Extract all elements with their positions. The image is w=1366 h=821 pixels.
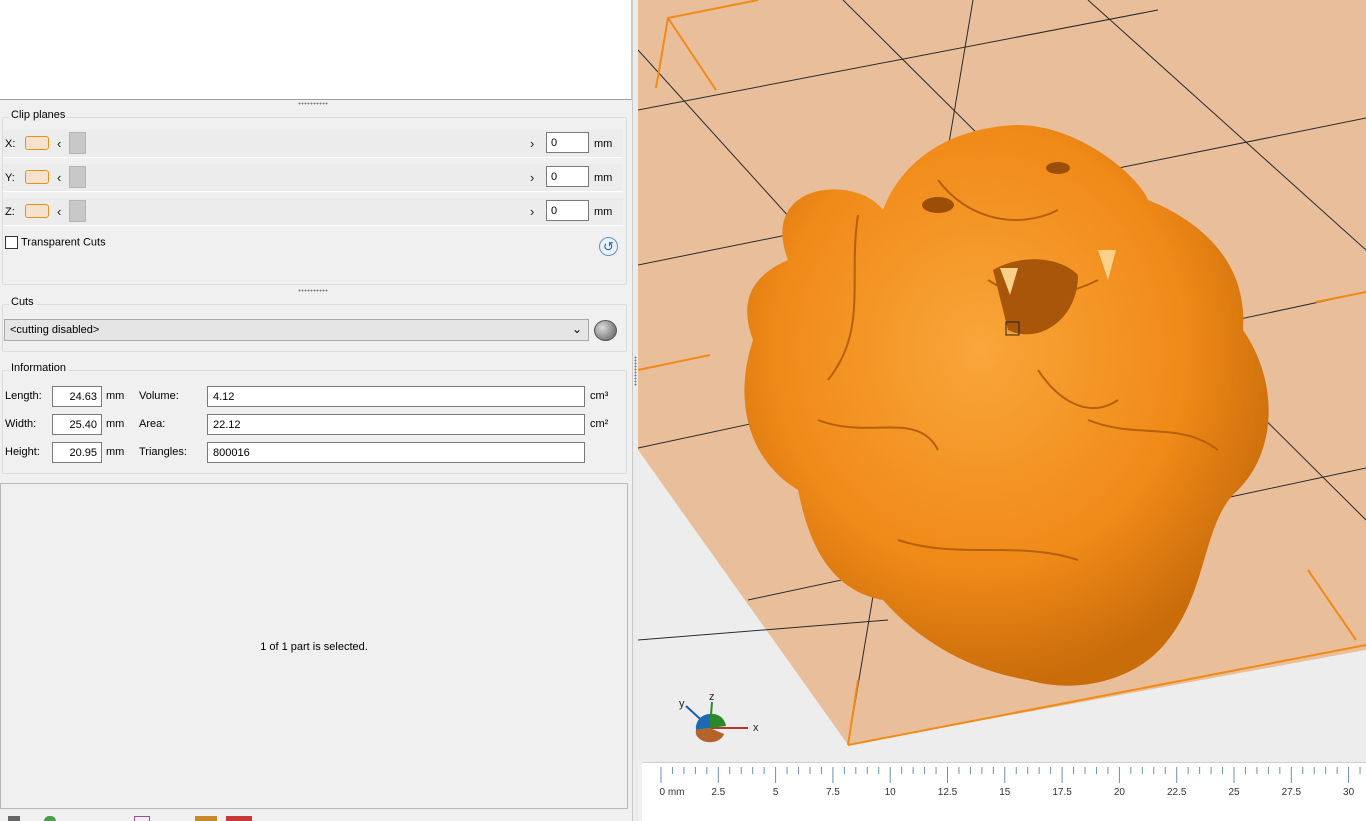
- length-field[interactable]: 24.63: [52, 386, 102, 407]
- volume-unit: cm³: [590, 390, 609, 402]
- triangles-field[interactable]: 800016: [207, 442, 585, 463]
- 3d-viewport[interactable]: y z x: [638, 0, 1366, 821]
- clip-planes-title: Clip planes: [9, 109, 68, 121]
- clip-x-toggle[interactable]: [25, 136, 49, 150]
- clip-x-slider[interactable]: [69, 132, 86, 154]
- unit-label: mm: [594, 138, 613, 150]
- gizmo-y-label: y: [679, 698, 685, 710]
- splitter-grip[interactable]: [298, 289, 328, 292]
- clip-row-z: Z: ‹ › mm: [3, 198, 623, 226]
- clip-axis-label: X:: [5, 138, 16, 150]
- toolbar-icon[interactable]: [8, 816, 20, 821]
- clip-x-input[interactable]: [546, 132, 589, 153]
- transparent-cuts-label: Transparent Cuts: [21, 236, 106, 249]
- clip-y-input[interactable]: [546, 166, 589, 187]
- ruler-tick-label: 10: [884, 787, 896, 798]
- triangles-label: Triangles:: [139, 446, 187, 458]
- ruler-tick-label: 5: [772, 787, 779, 798]
- length-label: Length:: [5, 390, 42, 402]
- chevron-right-icon[interactable]: ›: [530, 204, 534, 219]
- ruler-tick-label: 20: [1113, 787, 1125, 798]
- clip-axis-label: Z:: [5, 206, 15, 218]
- gizmo-z-label: z: [709, 691, 715, 703]
- chevron-left-icon[interactable]: ‹: [57, 204, 61, 219]
- ruler-tick-label: 12.5: [937, 787, 958, 798]
- length-unit: mm: [106, 390, 125, 402]
- cuts-selected-value: <cutting disabled>: [10, 324, 100, 336]
- cuts-title: Cuts: [9, 296, 36, 308]
- width-unit: mm: [106, 418, 125, 430]
- unit-label: mm: [594, 206, 613, 218]
- selection-status: 1 of 1 part is selected.: [260, 641, 368, 653]
- selection-panel: 1 of 1 part is selected.: [0, 483, 628, 809]
- ruler-tick-label: 2.5: [711, 787, 726, 798]
- clip-y-toggle[interactable]: [25, 170, 49, 184]
- volume-label: Volume:: [139, 390, 179, 402]
- height-label: Height:: [5, 446, 40, 458]
- object-list[interactable]: [0, 0, 632, 100]
- chevron-left-icon[interactable]: ‹: [57, 136, 61, 151]
- toolbar-icon[interactable]: [44, 816, 56, 821]
- ruler-tick-label: 22.5: [1166, 787, 1187, 798]
- toolbar-icon[interactable]: [195, 816, 217, 821]
- information-title: Information: [9, 362, 69, 374]
- area-field[interactable]: 22.12: [207, 414, 585, 435]
- ruler-tick-label: 27.5: [1281, 787, 1302, 798]
- ruler-tick-label: 15: [999, 787, 1011, 798]
- clip-y-slider[interactable]: [69, 166, 86, 188]
- cuts-dropdown[interactable]: <cutting disabled> ⌄: [4, 319, 589, 341]
- chevron-down-icon: ⌄: [571, 322, 582, 336]
- unit-label: mm: [594, 172, 613, 184]
- clip-z-input[interactable]: [546, 200, 589, 221]
- scale-ruler: 0 mm 2.5 5 7.5 10 12.5 15 17.5 20 22.5 25 27.5 30: [642, 762, 1366, 821]
- area-label: Area:: [139, 418, 166, 430]
- chevron-right-icon[interactable]: ›: [530, 136, 534, 151]
- clip-row-y: Y: ‹ › mm: [3, 164, 623, 192]
- clip-row-x: X: ‹ › mm: [3, 130, 623, 158]
- width-label: Width:: [5, 418, 37, 430]
- ruler-tick-label: 17.5: [1052, 787, 1072, 798]
- height-unit: mm: [106, 446, 125, 458]
- clip-z-slider[interactable]: [69, 200, 86, 222]
- volume-field[interactable]: 4.12: [207, 386, 585, 407]
- splitter-grip[interactable]: [298, 102, 328, 105]
- transparent-cuts-row[interactable]: Transparent Cuts: [5, 236, 106, 249]
- ruler-tick-label: 7.5: [825, 787, 840, 798]
- toolbar-icon[interactable]: [134, 816, 150, 821]
- cut-sphere-icon[interactable]: [594, 320, 617, 341]
- reset-clip-icon[interactable]: ↺: [599, 237, 618, 256]
- width-field[interactable]: 25.40: [52, 414, 102, 435]
- area-unit: cm²: [590, 418, 609, 430]
- chevron-right-icon[interactable]: ›: [530, 170, 534, 185]
- properties-panel: Clip planes X: ‹ › mm Y: ‹ › mm Z: ‹ › m…: [0, 0, 634, 821]
- scene-canvas[interactable]: y z x: [638, 0, 1366, 821]
- toolbar-icon[interactable]: [226, 816, 252, 821]
- ruler-tick-label: 30: [1343, 787, 1355, 798]
- transparent-cuts-checkbox[interactable]: [5, 236, 18, 249]
- height-field[interactable]: 20.95: [52, 442, 102, 463]
- clip-axis-label: Y:: [5, 172, 15, 184]
- clip-z-toggle[interactable]: [25, 204, 49, 218]
- chevron-left-icon[interactable]: ‹: [57, 170, 61, 185]
- gizmo-x-label: x: [753, 722, 759, 734]
- ruler-tick-label: 0 mm: [659, 787, 685, 798]
- ruler-tick-label: 25: [1228, 787, 1240, 798]
